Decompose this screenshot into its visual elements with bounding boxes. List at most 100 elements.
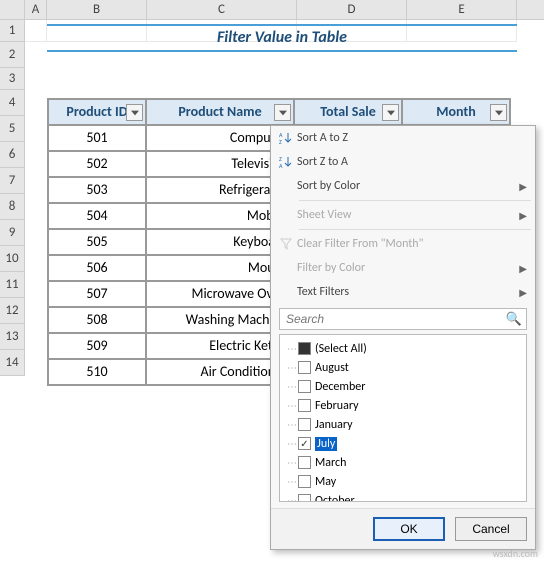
cell-id[interactable]: 503 — [48, 177, 146, 203]
chevron-right-icon: ▶ — [519, 286, 527, 299]
tree-dots-icon: ⋯ — [286, 475, 298, 488]
row-head[interactable]: 1 — [0, 20, 25, 42]
check-label[interactable]: December — [315, 380, 365, 394]
filter-button[interactable] — [382, 104, 399, 121]
cell-id[interactable]: 501 — [48, 125, 146, 151]
select-all-corner[interactable] — [0, 0, 25, 19]
sort-za[interactable]: ZA Sort Z to A — [271, 150, 535, 174]
col-head-D[interactable]: D — [297, 0, 407, 19]
check-label[interactable]: February — [315, 399, 359, 413]
tree-dots-icon: ⋯ — [286, 399, 298, 412]
cancel-button[interactable]: Cancel — [455, 517, 527, 541]
tree-dots-icon: ⋯ — [286, 361, 298, 374]
ok-button[interactable]: OK — [373, 517, 445, 541]
menu-label: Text Filters — [297, 285, 519, 299]
watermark: wsxdn.com — [493, 547, 538, 560]
checkbox[interactable]: ✓ — [298, 437, 311, 450]
cell-id[interactable]: 506 — [48, 255, 146, 281]
check-label[interactable]: March — [315, 456, 346, 470]
sort-az-icon: AZ — [275, 131, 297, 145]
menu-label: Sort A to Z — [297, 131, 527, 145]
text-filters[interactable]: Text Filters ▶ — [271, 280, 535, 304]
check-item[interactable]: ⋯ August — [286, 358, 520, 377]
clear-filter: Clear Filter From "Month" — [271, 232, 535, 256]
search-input[interactable] — [284, 311, 506, 327]
col-head-A[interactable]: A — [25, 0, 47, 19]
row-head[interactable]: 13 — [0, 324, 25, 350]
button-row: OK Cancel — [271, 508, 535, 549]
check-label[interactable]: May — [315, 475, 336, 489]
tree-dots-icon: ⋯ — [286, 456, 298, 469]
row-head[interactable]: 2 — [0, 42, 25, 68]
row-head[interactable]: 11 — [0, 272, 25, 298]
tree-dots-icon: ⋯ — [286, 494, 298, 502]
cell-id[interactable]: 504 — [48, 203, 146, 229]
check-item[interactable]: ⋯ March — [286, 453, 520, 472]
check-label[interactable]: July — [315, 437, 337, 451]
check-item-july[interactable]: ⋯✓ July — [286, 434, 520, 453]
row-head[interactable]: 7 — [0, 168, 25, 194]
row-head[interactable]: 14 — [0, 350, 25, 376]
check-item-select-all[interactable]: ⋯■ (Select All) — [286, 339, 520, 358]
filter-button[interactable] — [490, 104, 507, 121]
filter-button[interactable] — [126, 104, 143, 121]
col-head-C[interactable]: C — [147, 0, 297, 19]
tree-dots-icon: ⋯ — [286, 380, 298, 393]
cell-id[interactable]: 508 — [48, 307, 146, 333]
check-item[interactable]: ⋯ October — [286, 491, 520, 502]
menu-label: Sort by Color — [297, 179, 519, 193]
row-head[interactable]: 5 — [0, 116, 25, 142]
chevron-right-icon: ▶ — [519, 262, 527, 275]
sheet-view: Sheet View ▶ — [271, 203, 535, 227]
search-icon: 🔍 — [506, 312, 522, 327]
check-item[interactable]: ⋯ May — [286, 472, 520, 491]
checkbox[interactable] — [298, 380, 311, 393]
filter-dropdown: AZ Sort A to Z ZA Sort Z to A Sort by Co… — [270, 125, 536, 550]
row-head[interactable]: 8 — [0, 194, 25, 220]
header-label: Product ID — [66, 103, 127, 120]
tree-dots-icon: ⋯ — [286, 437, 298, 450]
check-item[interactable]: ⋯January — [286, 415, 520, 434]
sort-za-icon: ZA — [275, 155, 297, 169]
header-product-id[interactable]: Product ID — [48, 99, 146, 125]
cell-id[interactable]: 509 — [48, 333, 146, 359]
check-item[interactable]: ⋯ December — [286, 377, 520, 396]
check-label[interactable]: January — [315, 418, 353, 432]
search-box[interactable]: 🔍 — [279, 308, 527, 330]
check-label[interactable]: October — [315, 494, 355, 503]
check-label[interactable]: (Select All) — [315, 342, 367, 356]
row-head[interactable]: 10 — [0, 246, 25, 272]
filter-button[interactable] — [274, 104, 291, 121]
checkbox[interactable]: ■ — [298, 342, 311, 355]
header-total-sale[interactable]: Total Sale — [294, 99, 402, 125]
header-label: Total Sale — [320, 103, 376, 120]
checkbox[interactable] — [298, 399, 311, 412]
cell-id[interactable]: 507 — [48, 281, 146, 307]
check-label[interactable]: August — [315, 361, 349, 375]
tree-dots-icon: ⋯ — [286, 342, 298, 355]
sort-az[interactable]: AZ Sort A to Z — [271, 126, 535, 150]
checkbox[interactable] — [298, 418, 311, 431]
col-head-B[interactable]: B — [47, 0, 147, 19]
menu-label: Sheet View — [297, 208, 519, 222]
check-item[interactable]: ⋯ February — [286, 396, 520, 415]
row-head[interactable]: 12 — [0, 298, 25, 324]
checkbox[interactable] — [298, 361, 311, 374]
cell-id[interactable]: 502 — [48, 151, 146, 177]
checkbox[interactable] — [298, 494, 311, 502]
header-month[interactable]: Month — [402, 99, 510, 125]
header-product-name[interactable]: Product Name — [146, 99, 294, 125]
sort-by-color[interactable]: Sort by Color ▶ — [271, 174, 535, 198]
separator — [299, 229, 531, 230]
filter-checklist[interactable]: ⋯■(Select All) ⋯August ⋯December ⋯Februa… — [279, 334, 527, 502]
row-head[interactable]: 6 — [0, 142, 25, 168]
row-head[interactable]: 4 — [0, 90, 25, 116]
cell-id[interactable]: 510 — [48, 359, 146, 385]
checkbox[interactable] — [298, 456, 311, 469]
row-head[interactable]: 9 — [0, 220, 25, 246]
chevron-right-icon: ▶ — [519, 180, 527, 193]
checkbox[interactable] — [298, 475, 311, 488]
row-head[interactable]: 3 — [0, 68, 25, 90]
cell-id[interactable]: 505 — [48, 229, 146, 255]
col-head-E[interactable]: E — [407, 0, 517, 19]
